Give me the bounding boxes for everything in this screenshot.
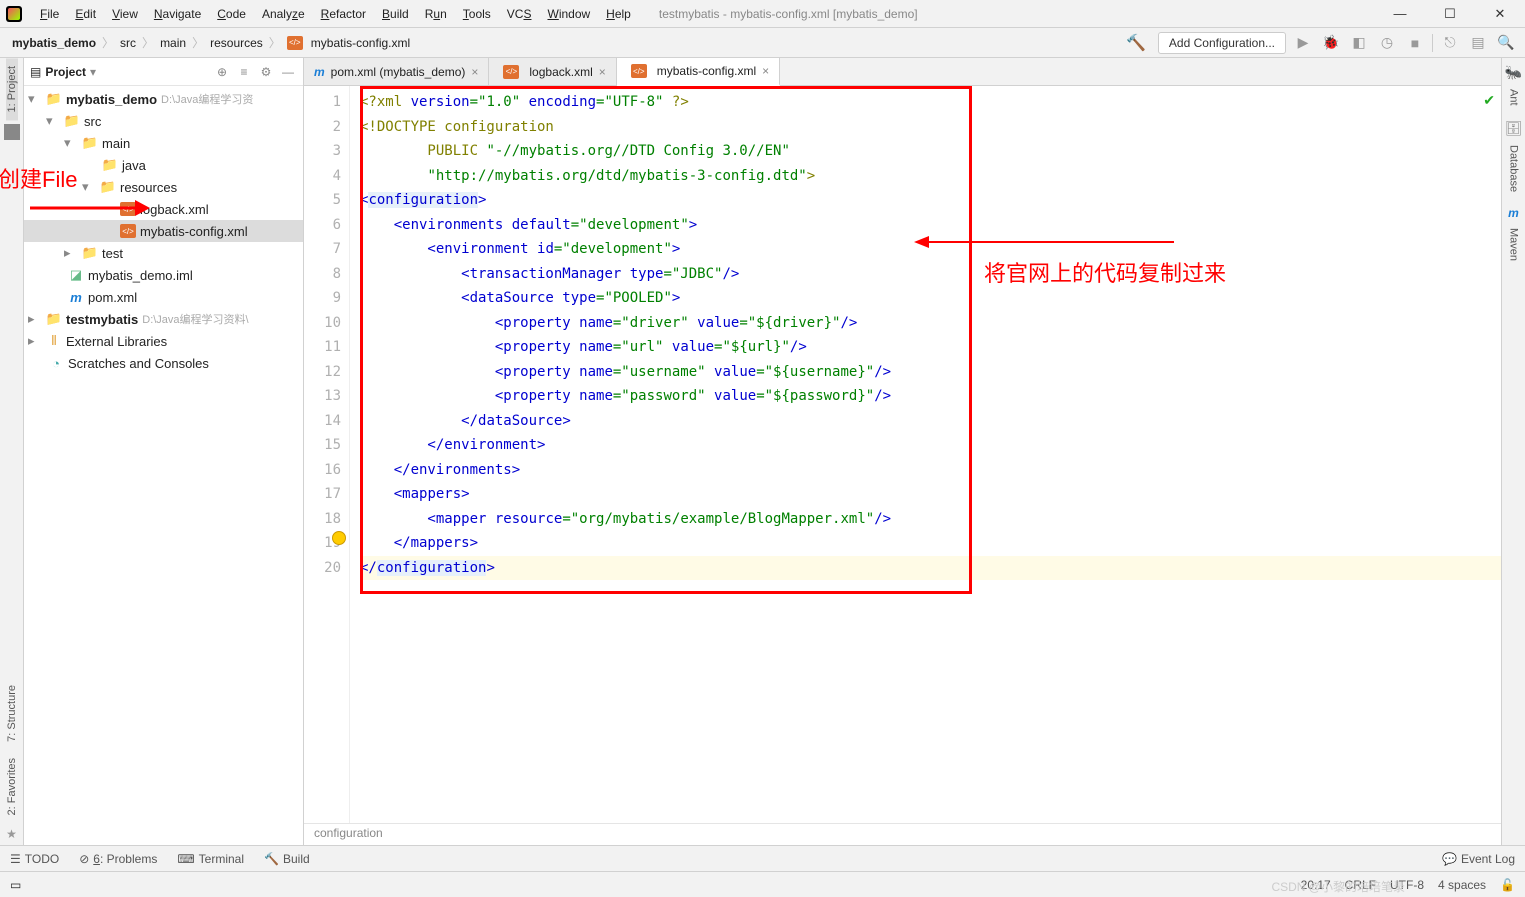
build-icon[interactable]: 🔨 <box>1120 33 1152 53</box>
breadcrumb-resources[interactable]: resources <box>206 36 267 50</box>
tree-testmybatis[interactable]: ▸📁testmybatisD:\Java编程学习资料\ <box>24 308 303 330</box>
code-editor[interactable]: <?xml version="1.0" encoding="UTF-8" ?> … <box>350 86 1501 823</box>
editor-area: mpom.xml (mybatis_demo)× </>logback.xml×… <box>304 58 1501 845</box>
menu-edit[interactable]: Edit <box>67 0 104 28</box>
tree-mybatis-config[interactable]: </>mybatis-config.xml <box>24 220 303 242</box>
tree-ext-lib[interactable]: ▸⫴External Libraries <box>24 330 303 352</box>
right-tab-database[interactable]: Database <box>1508 137 1520 200</box>
bottom-problems[interactable]: ⊘6: Problems <box>79 852 157 866</box>
intention-bulb-icon[interactable] <box>332 531 346 545</box>
git-icon[interactable]: ⎋ <box>1439 32 1461 54</box>
right-tool-strip: 🐜 Ant 🗄 Database m Maven <box>1501 58 1525 845</box>
tree-src[interactable]: ▾📁src <box>24 110 303 132</box>
add-configuration-button[interactable]: Add Configuration... <box>1158 32 1286 54</box>
tree-main[interactable]: ▾📁main <box>24 132 303 154</box>
breadcrumb-root[interactable]: mybatis_demo <box>8 36 100 50</box>
menu-vcs[interactable]: VCS <box>499 0 540 28</box>
app-logo-icon <box>6 6 22 22</box>
menu-refactor[interactable]: Refactor <box>313 0 374 28</box>
close-icon[interactable]: × <box>599 65 606 79</box>
close-button[interactable]: ✕ <box>1481 2 1519 26</box>
tab-logback[interactable]: </>logback.xml× <box>489 58 616 85</box>
breadcrumb-file[interactable]: mybatis-config.xml <box>307 36 414 50</box>
breadcrumb-main[interactable]: main <box>156 36 190 50</box>
tab-mybatis-config[interactable]: </>mybatis-config.xml× <box>617 58 780 86</box>
close-icon[interactable]: × <box>471 65 478 79</box>
breadcrumb-src[interactable]: src <box>116 36 140 50</box>
bookmark-icon[interactable] <box>4 124 20 140</box>
right-tab-maven[interactable]: Maven <box>1508 220 1520 269</box>
coverage-icon[interactable]: ◧ <box>1348 32 1370 54</box>
left-tab-favorites[interactable]: 2: Favorites <box>6 750 18 823</box>
stop-icon[interactable]: ■ <box>1404 32 1426 54</box>
close-icon[interactable]: × <box>762 64 769 78</box>
right-tab-ant[interactable]: Ant <box>1508 81 1520 114</box>
tree-scratches[interactable]: ◔Scratches and Consoles <box>24 352 303 374</box>
project-label[interactable]: Project <box>45 65 86 79</box>
maven-icon: m <box>1508 206 1519 220</box>
hide-icon[interactable]: — <box>279 63 297 81</box>
gutter[interactable]: 1234567891011121314151617181920 <box>304 86 350 823</box>
star-icon: ★ <box>2 823 21 845</box>
run-icon[interactable]: ▶ <box>1292 32 1314 54</box>
debug-icon[interactable]: 🐞 <box>1320 32 1342 54</box>
select-opened-icon[interactable]: ⊕ <box>213 63 231 81</box>
tab-pom[interactable]: mpom.xml (mybatis_demo)× <box>304 58 489 85</box>
window-title: testmybatis - mybatis-config.xml [mybati… <box>659 7 1381 21</box>
menu-build[interactable]: Build <box>374 0 417 28</box>
menu-code[interactable]: Code <box>209 0 254 28</box>
tree-root[interactable]: ▾📁mybatis_demoD:\Java编程学习资 <box>24 88 303 110</box>
menu-window[interactable]: Window <box>539 0 598 28</box>
menu-navigate[interactable]: Navigate <box>146 0 209 28</box>
inspection-ok-icon[interactable]: ✔ <box>1483 92 1495 109</box>
status-hint-icon[interactable]: ▭ <box>10 878 21 892</box>
left-tab-structure[interactable]: 7: Structure <box>6 677 18 750</box>
status-lock-icon[interactable]: 🔓 <box>1500 878 1515 892</box>
watermark: CSDN @小黎的培培笔录 <box>1271 878 1405 895</box>
bottom-terminal[interactable]: ⌨Terminal <box>177 852 244 866</box>
editor-tabs: mpom.xml (mybatis_demo)× </>logback.xml×… <box>304 58 1501 86</box>
bottom-build[interactable]: 🔨Build <box>264 852 310 866</box>
profile-icon[interactable]: ◷ <box>1376 32 1398 54</box>
project-view-icon: ▤ <box>30 65 41 79</box>
menu-help[interactable]: Help <box>598 0 639 28</box>
left-tab-project[interactable]: 1: Project <box>6 58 18 120</box>
status-indent[interactable]: 4 spaces <box>1438 878 1486 892</box>
tree-pom[interactable]: mpom.xml <box>24 286 303 308</box>
menu-bar: File Edit View Navigate Code Analyze Ref… <box>0 0 1525 28</box>
menu-run[interactable]: Run <box>417 0 455 28</box>
structure-icon[interactable]: ▤ <box>1467 32 1489 54</box>
project-pane: ▤ Project ▾ ⊕ ≡ ⚙ — ▾📁mybatis_demoD:\Jav… <box>24 58 304 845</box>
maximize-button[interactable]: ☐ <box>1431 2 1469 26</box>
bottom-event-log[interactable]: 💬Event Log <box>1442 852 1515 866</box>
editor-breadcrumb[interactable]: configuration <box>304 823 1501 845</box>
status-bar: ▭ 20:17 CRLF UTF-8 4 spaces 🔓 CSDN @小黎的培… <box>0 871 1525 897</box>
minimize-button[interactable]: — <box>1381 2 1419 26</box>
tree-test[interactable]: ▸📁test <box>24 242 303 264</box>
bottom-tool-bar: ☰TODO ⊘6: Problems ⌨Terminal 🔨Build 💬Eve… <box>0 845 1525 871</box>
collapse-all-icon[interactable]: ⚙ <box>257 63 275 81</box>
search-icon[interactable]: 🔍 <box>1495 32 1517 54</box>
navigation-bar: mybatis_demo 〉 src 〉 main 〉 resources 〉 … <box>0 28 1525 58</box>
annotation-copy-code: 将官网上的代码复制过来 <box>984 256 1226 288</box>
menu-file[interactable]: File <box>32 0 67 28</box>
menu-view[interactable]: View <box>104 0 146 28</box>
annotation-create-file: 创建File <box>0 162 77 194</box>
menu-tools[interactable]: Tools <box>455 0 499 28</box>
database-icon: 🗄 <box>1505 120 1523 137</box>
ant-icon: 🐜 <box>1505 64 1522 81</box>
expand-all-icon[interactable]: ≡ <box>235 63 253 81</box>
xml-file-icon: </> <box>287 36 303 50</box>
bottom-todo[interactable]: ☰TODO <box>10 852 59 866</box>
arrow-left-icon <box>30 196 150 220</box>
dropdown-icon[interactable]: ▾ <box>90 65 96 79</box>
arrow-right-icon <box>914 234 1174 250</box>
menu-analyze[interactable]: Analyze <box>254 0 313 28</box>
tree-iml[interactable]: ◪mybatis_demo.iml <box>24 264 303 286</box>
